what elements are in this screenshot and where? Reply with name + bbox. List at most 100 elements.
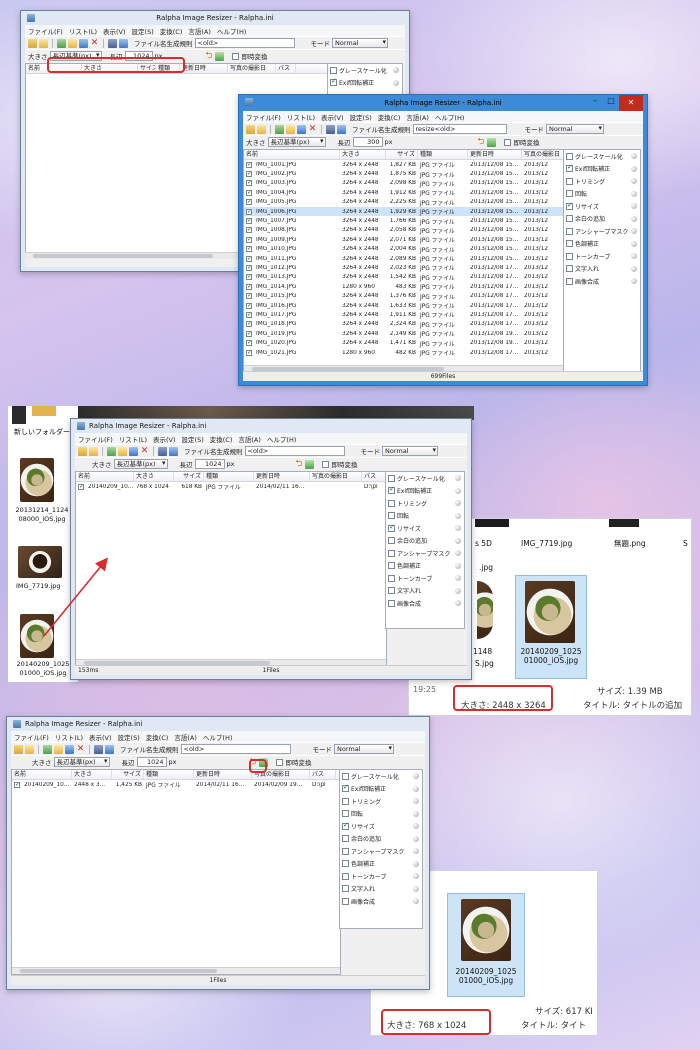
option-item[interactable]: Exif回転補正	[564, 163, 640, 176]
menu-settings[interactable]: 設定(S)	[118, 732, 140, 742]
row-checkbox[interactable]	[246, 302, 252, 309]
gear-icon[interactable]	[393, 79, 399, 86]
col-size[interactable]: サイズ	[112, 770, 144, 779]
save-icon[interactable]	[158, 446, 167, 456]
col-size[interactable]: サイズ	[386, 150, 418, 159]
copy-icon[interactable]	[65, 744, 74, 754]
menu-help[interactable]: ヘルプ(H)	[217, 26, 246, 36]
edge-input[interactable]: 1024	[136, 757, 167, 767]
col-size[interactable]: サイズ	[174, 472, 204, 481]
gear-icon[interactable]	[631, 153, 637, 160]
menu-list[interactable]: リスト(L)	[55, 732, 83, 742]
file-label[interactable]: 20140209_1025 01000_iOS.jpg	[12, 660, 74, 678]
gear-icon[interactable]	[631, 165, 637, 172]
option-item[interactable]: 画像合成	[340, 895, 422, 908]
file-label[interactable]: 無題.png	[614, 539, 646, 548]
menu-view[interactable]: 表示(V)	[103, 26, 126, 36]
menu-view[interactable]: 表示(V)	[153, 434, 176, 444]
option-checkbox[interactable]	[566, 277, 573, 285]
add-icon[interactable]	[43, 744, 52, 754]
option-item[interactable]: トーンカーブ	[340, 870, 422, 883]
option-item[interactable]: トーンカーブ	[564, 250, 640, 263]
col-dim[interactable]: 大きさ	[134, 472, 174, 481]
table-row[interactable]: IMG_1004.JPG 3264 x 2448 1,912 KB JPG ファイル 2…	[244, 188, 564, 197]
row-checkbox[interactable]	[246, 218, 252, 225]
folder-icon[interactable]	[54, 744, 63, 754]
gear-icon[interactable]	[631, 215, 637, 222]
add-icon[interactable]	[57, 38, 66, 48]
menu-language[interactable]: 言語(A)	[174, 732, 197, 742]
option-item[interactable]: 画像合成	[386, 597, 464, 610]
grayscale-checkbox[interactable]	[330, 66, 337, 74]
run-icon[interactable]	[487, 137, 497, 147]
gear-icon[interactable]	[455, 562, 461, 569]
option-item[interactable]: アンシャープマスク	[564, 225, 640, 238]
option-item[interactable]: トリミング	[564, 175, 640, 188]
row-checkbox[interactable]	[246, 274, 252, 281]
convert-icon[interactable]: ⮌	[204, 51, 213, 61]
col-dim[interactable]: 大きさ	[72, 770, 112, 779]
option-item[interactable]: Exif回転補正	[340, 783, 422, 796]
open-file-icon[interactable]	[246, 124, 255, 134]
gear-icon[interactable]	[455, 587, 461, 594]
option-checkbox[interactable]	[388, 537, 395, 545]
menu-help[interactable]: ヘルプ(H)	[267, 434, 296, 444]
option-item[interactable]: グレースケール化	[564, 150, 640, 163]
size-select[interactable]: 長辺基準(px)	[53, 757, 110, 767]
gear-icon[interactable]	[631, 265, 637, 272]
option-checkbox[interactable]	[342, 797, 349, 805]
option-checkbox[interactable]	[566, 265, 573, 273]
option-item[interactable]: 余白の追加	[340, 833, 422, 846]
gear-icon[interactable]	[631, 278, 637, 285]
col-shot[interactable]: 写真の撮影日	[228, 64, 276, 73]
gear-icon[interactable]	[413, 810, 419, 817]
option-item[interactable]: 画像合成	[564, 275, 640, 288]
gear-icon[interactable]	[413, 898, 419, 905]
selected-thumbnail[interactable]	[525, 581, 575, 643]
mode-select[interactable]: Normal	[382, 446, 438, 456]
gear-icon[interactable]	[413, 785, 419, 792]
row-checkbox[interactable]	[246, 246, 252, 253]
row-checkbox[interactable]	[246, 171, 252, 178]
table-row[interactable]: IMG_1002.JPG 3264 x 2448 1,875 KB JPG ファイル 2…	[244, 169, 564, 179]
gear-icon[interactable]	[455, 550, 461, 557]
instant-checkbox[interactable]	[322, 460, 330, 468]
table-row[interactable]: IMG_1019.JPG 3264 x 2448 2,149 KB JPG ファイル 2…	[244, 329, 564, 338]
option-checkbox[interactable]	[342, 772, 349, 780]
option-checkbox[interactable]	[388, 474, 395, 482]
file-label[interactable]: s 5D	[475, 539, 492, 548]
run-icon[interactable]	[305, 459, 315, 469]
menu-convert[interactable]: 変換(C)	[210, 434, 233, 444]
copy-icon[interactable]	[79, 38, 88, 48]
option-checkbox[interactable]	[388, 549, 395, 557]
row-checkbox[interactable]	[246, 255, 252, 262]
rule-input[interactable]: <old>	[180, 744, 291, 754]
photo-thumbnail[interactable]	[477, 581, 493, 639]
gear-icon[interactable]	[455, 537, 461, 544]
row-checkbox[interactable]	[246, 283, 252, 290]
menu-settings[interactable]: 設定(S)	[350, 112, 372, 122]
add-icon[interactable]	[275, 124, 284, 134]
option-checkbox[interactable]	[388, 512, 395, 520]
option-checkbox[interactable]	[342, 783, 349, 793]
table-row[interactable]: IMG_1020.JPG 3264 x 2448 1,471 KB JPG ファイル 2…	[244, 338, 564, 348]
menu-convert[interactable]: 変換(C)	[146, 732, 169, 742]
option-item[interactable]: リサイズ	[340, 820, 422, 833]
gear-icon[interactable]	[393, 67, 399, 74]
col-path[interactable]: パス	[276, 64, 296, 73]
mode-select[interactable]: Normal	[546, 124, 604, 134]
save-icon[interactable]	[108, 38, 117, 48]
col-name[interactable]: 名前	[12, 770, 72, 779]
settings-icon[interactable]	[105, 744, 114, 754]
menu-view[interactable]: 表示(V)	[89, 732, 112, 742]
option-checkbox[interactable]	[388, 574, 395, 582]
menu-list[interactable]: リスト(L)	[69, 26, 97, 36]
convert-icon[interactable]: ⮌	[294, 459, 303, 469]
table-row[interactable]: IMG_1007.JPG 3264 x 2448 1,766 KB JPG ファイル 2…	[244, 216, 564, 226]
option-item[interactable]: Exif回転補正	[386, 485, 464, 498]
file-list[interactable]: 名前 大きさ サイズ 種類 更新日時 写真の撮影日 IMG_1001.JPG 32…	[243, 149, 565, 373]
col-path[interactable]: パス	[362, 472, 386, 481]
copy-icon[interactable]	[297, 124, 306, 134]
table-row[interactable]: IMG_1012.JPG 3264 x 2448 2,023 KB JPG ファイル 2…	[244, 263, 564, 272]
option-item[interactable]: トリミング	[386, 497, 464, 510]
